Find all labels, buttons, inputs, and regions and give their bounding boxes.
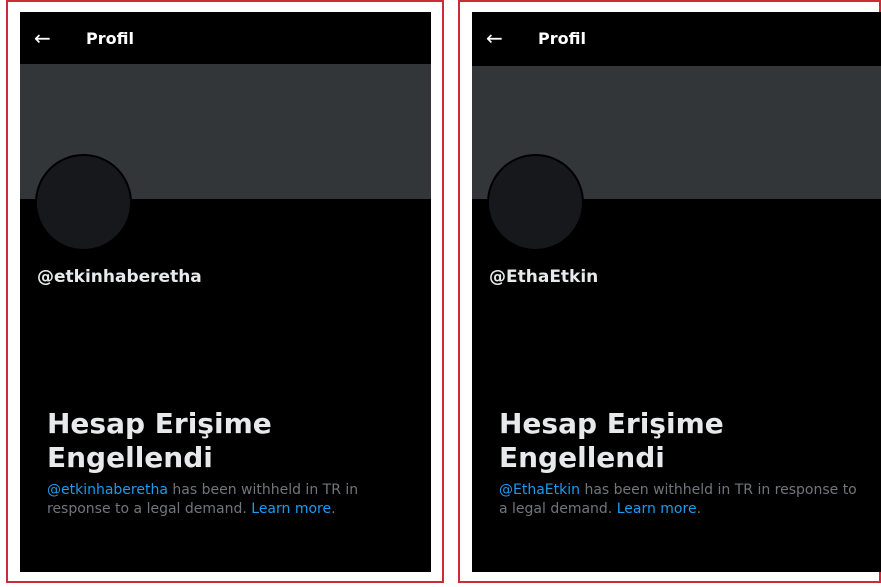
profile-topbar: ← Profil xyxy=(472,12,881,64)
page-title: Profil xyxy=(538,28,586,48)
period: . xyxy=(331,501,336,517)
left-screenshot-frame: ← Profil @etkinhaberetha Hesap Erişime E… xyxy=(6,0,444,583)
avatar[interactable] xyxy=(36,155,131,250)
withheld-title: Hesap Erişime Engellendi xyxy=(499,407,724,474)
avatar[interactable] xyxy=(488,155,583,250)
withheld-description: @etkinhaberetha has been withheld in TR … xyxy=(47,481,407,519)
learn-more-link[interactable]: Learn more xyxy=(251,501,331,517)
back-arrow-icon[interactable]: ← xyxy=(34,28,68,48)
right-screenshot-frame: ← Profil @EthaEtkin Hesap Erişime Engell… xyxy=(458,0,881,583)
mention-link[interactable]: @etkinhaberetha xyxy=(47,482,168,498)
profile-handle: @etkinhaberetha xyxy=(37,267,202,287)
withheld-description: @EthaEtkin has been withheld in TR in re… xyxy=(499,481,859,519)
learn-more-link[interactable]: Learn more xyxy=(617,501,697,517)
withheld-notice: Hesap Erişime Engellendi @etkinhaberetha… xyxy=(47,407,407,519)
withheld-title: Hesap Erişime Engellendi xyxy=(47,407,272,474)
back-arrow-icon[interactable]: ← xyxy=(486,28,520,48)
page-title: Profil xyxy=(86,28,134,48)
period: . xyxy=(696,501,702,517)
profile-topbar: ← Profil xyxy=(20,12,431,64)
profile-handle: @EthaEtkin xyxy=(489,267,599,287)
profile-panel-right: ← Profil @EthaEtkin Hesap Erişime Engell… xyxy=(472,12,881,572)
profile-panel-left: ← Profil @etkinhaberetha Hesap Erişime E… xyxy=(20,12,431,572)
mention-link[interactable]: @EthaEtkin xyxy=(499,482,580,498)
withheld-notice: Hesap Erişime Engellendi @EthaEtkin has … xyxy=(499,407,859,519)
